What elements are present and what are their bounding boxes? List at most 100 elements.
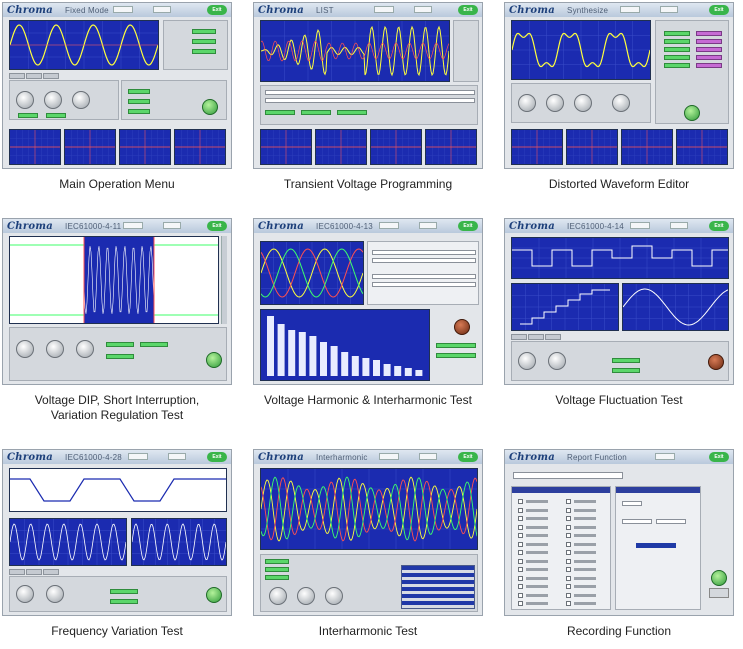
setting-field[interactable] bbox=[379, 453, 399, 460]
stop-button[interactable] bbox=[454, 319, 470, 335]
limit-knob[interactable] bbox=[612, 94, 630, 112]
voltage-knob[interactable] bbox=[16, 340, 34, 358]
settings-row[interactable] bbox=[372, 250, 476, 255]
parameter-checkbox[interactable] bbox=[566, 567, 571, 572]
parameter-checkbox[interactable] bbox=[518, 558, 523, 564]
record-stop-button[interactable] bbox=[709, 588, 729, 598]
parameter-checkbox[interactable] bbox=[566, 601, 571, 606]
setting-field[interactable] bbox=[414, 6, 432, 13]
phase-knob[interactable] bbox=[325, 587, 343, 605]
voltage-knob[interactable] bbox=[518, 352, 536, 370]
stop-button[interactable] bbox=[708, 354, 724, 370]
settings-row[interactable] bbox=[372, 258, 476, 263]
setting-field[interactable] bbox=[419, 453, 437, 460]
voltage-knob[interactable] bbox=[269, 587, 287, 605]
frequency-knob[interactable] bbox=[46, 585, 64, 603]
parameter-checkbox[interactable] bbox=[518, 550, 523, 555]
frequency-knob[interactable] bbox=[546, 94, 564, 112]
parameter-checkbox[interactable] bbox=[566, 524, 571, 530]
harmonic-phase[interactable] bbox=[696, 63, 722, 68]
parameter-checkbox[interactable] bbox=[518, 601, 523, 606]
parameter-checkbox[interactable] bbox=[566, 550, 571, 555]
value-field[interactable] bbox=[110, 599, 138, 604]
time-field[interactable] bbox=[622, 519, 652, 524]
harmonic-phase[interactable] bbox=[696, 31, 722, 36]
parameter-checkbox[interactable] bbox=[518, 541, 523, 547]
setting-field[interactable] bbox=[123, 222, 143, 229]
parameter-checkbox[interactable] bbox=[566, 516, 571, 521]
parameter-checkbox[interactable] bbox=[566, 558, 571, 564]
value-field[interactable] bbox=[128, 89, 150, 94]
parameter-checkbox[interactable] bbox=[518, 592, 523, 598]
output-button[interactable] bbox=[202, 99, 218, 115]
value-field[interactable] bbox=[337, 110, 367, 115]
parameter-checkbox[interactable] bbox=[518, 533, 523, 538]
voltage-knob[interactable] bbox=[518, 94, 536, 112]
value-field[interactable] bbox=[18, 113, 38, 118]
settings-row[interactable] bbox=[372, 282, 476, 287]
sequence-row[interactable] bbox=[265, 98, 475, 103]
setting-field[interactable] bbox=[113, 6, 133, 13]
setting-field[interactable] bbox=[153, 6, 171, 13]
record-start-button[interactable] bbox=[711, 570, 727, 586]
voltage-knob[interactable] bbox=[16, 585, 34, 603]
setting-field[interactable] bbox=[660, 6, 678, 13]
voltage-knob[interactable] bbox=[16, 91, 34, 109]
time-field[interactable] bbox=[656, 519, 686, 524]
frequency-knob[interactable] bbox=[297, 587, 315, 605]
value-field[interactable] bbox=[436, 343, 476, 348]
parameter-checkbox[interactable] bbox=[566, 507, 571, 513]
value-field[interactable] bbox=[140, 342, 168, 347]
setting-field[interactable] bbox=[620, 6, 640, 13]
setting-field[interactable] bbox=[168, 453, 186, 460]
settings-row[interactable] bbox=[372, 274, 476, 279]
harmonic-phase[interactable] bbox=[696, 39, 722, 44]
interharmonic-table[interactable] bbox=[401, 565, 475, 609]
harmonic-phase[interactable] bbox=[696, 55, 722, 60]
exit-button[interactable]: Exit bbox=[709, 221, 729, 231]
value-field[interactable] bbox=[612, 358, 640, 363]
start-button[interactable] bbox=[206, 352, 222, 368]
parameter-checkbox[interactable] bbox=[566, 592, 571, 598]
parameter-checkbox[interactable] bbox=[566, 533, 571, 538]
exit-button[interactable]: Exit bbox=[709, 452, 729, 462]
setting-field[interactable] bbox=[374, 6, 394, 13]
exit-button[interactable]: Exit bbox=[458, 5, 478, 15]
setting-field[interactable] bbox=[655, 453, 675, 460]
value-field[interactable] bbox=[436, 353, 476, 358]
exit-button[interactable]: Exit bbox=[709, 5, 729, 15]
phase-knob[interactable] bbox=[574, 94, 592, 112]
scrollbar[interactable] bbox=[221, 236, 227, 324]
harmonic-value[interactable] bbox=[664, 47, 690, 52]
parameter-checkbox[interactable] bbox=[518, 567, 523, 572]
value-field[interactable] bbox=[110, 589, 138, 594]
value-field[interactable] bbox=[301, 110, 331, 115]
parameter-checkbox[interactable] bbox=[518, 584, 523, 589]
phase-knob[interactable] bbox=[76, 340, 94, 358]
parameter-checkbox[interactable] bbox=[518, 524, 523, 530]
frequency-knob[interactable] bbox=[46, 340, 64, 358]
value-field[interactable] bbox=[106, 342, 134, 347]
value-field[interactable] bbox=[192, 39, 216, 44]
value-field[interactable] bbox=[128, 99, 150, 104]
value-field[interactable] bbox=[265, 110, 295, 115]
value-field[interactable] bbox=[192, 49, 216, 54]
setting-field[interactable] bbox=[163, 222, 181, 229]
value-field[interactable] bbox=[265, 567, 289, 572]
parameter-checkbox[interactable] bbox=[566, 541, 571, 547]
frequency-knob[interactable] bbox=[548, 352, 566, 370]
setting-field[interactable] bbox=[128, 453, 148, 460]
interval-field[interactable] bbox=[622, 501, 642, 506]
frequency-knob[interactable] bbox=[44, 91, 62, 109]
exit-button[interactable]: Exit bbox=[458, 221, 478, 231]
parameter-checkbox[interactable] bbox=[518, 516, 523, 521]
value-field[interactable] bbox=[128, 109, 150, 114]
parameter-checkbox[interactable] bbox=[566, 499, 571, 504]
exit-button[interactable]: Exit bbox=[207, 221, 227, 231]
apply-button[interactable] bbox=[684, 105, 700, 121]
harmonic-value[interactable] bbox=[664, 31, 690, 36]
phase-tabs[interactable] bbox=[511, 334, 561, 340]
exit-button[interactable]: Exit bbox=[458, 452, 478, 462]
value-field[interactable] bbox=[106, 354, 134, 359]
parameter-checkbox[interactable] bbox=[518, 507, 523, 513]
